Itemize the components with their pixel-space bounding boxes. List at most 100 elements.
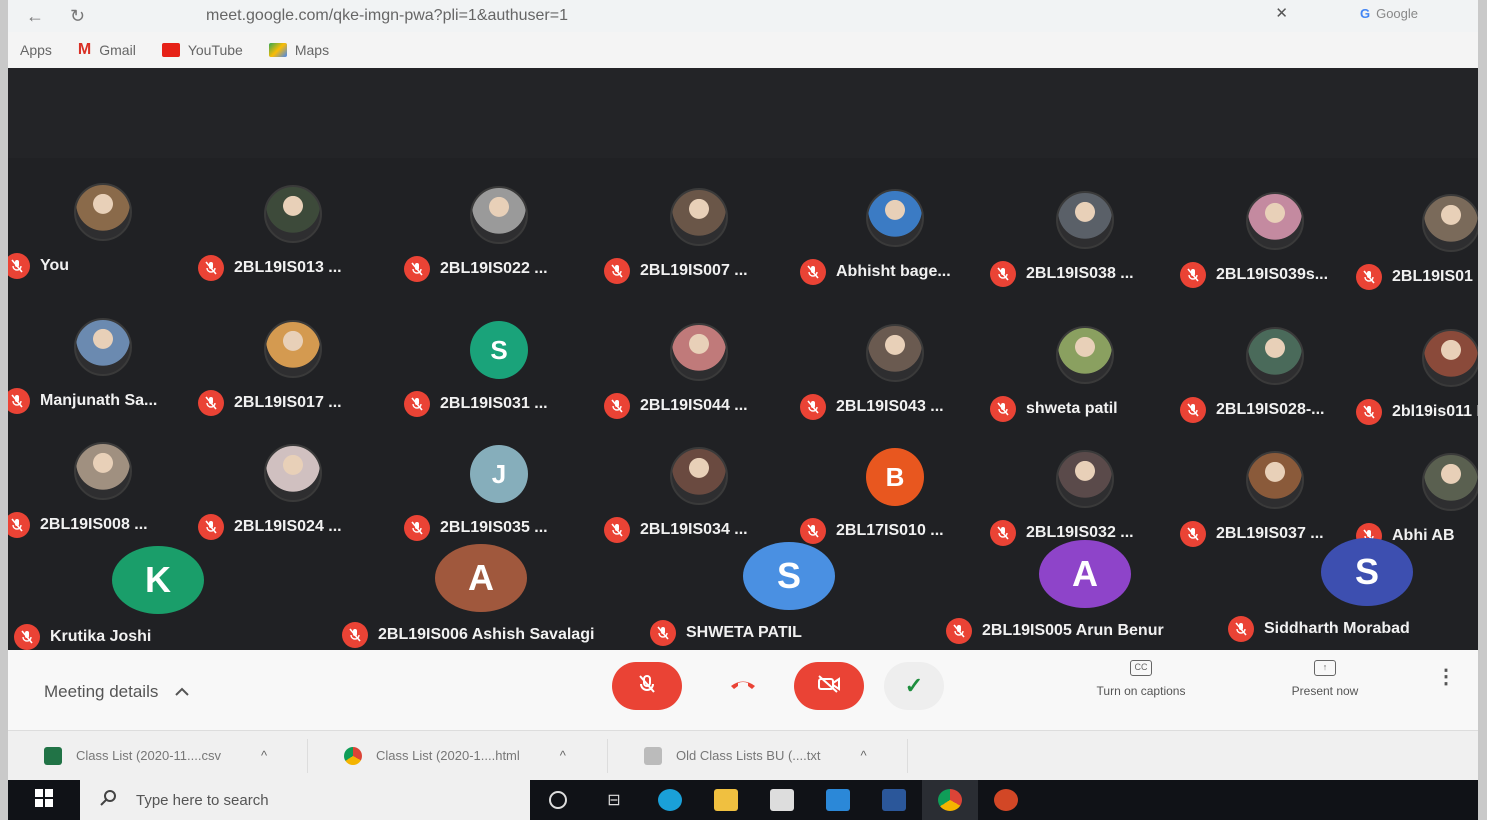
file-explorer-button[interactable] xyxy=(698,780,754,820)
meeting-details-button[interactable]: Meeting details xyxy=(44,682,190,702)
chevron-up-icon[interactable]: ^ xyxy=(860,748,866,763)
participant-name-row: 2BL19IS017 ... xyxy=(198,389,388,416)
participant-tile[interactable]: 2BL19IS043 ... xyxy=(800,324,990,434)
mic-muted-icon xyxy=(8,512,30,538)
participant-name-row: 2BL19IS039s... xyxy=(1180,262,1370,288)
participant-tile[interactable]: 2BL19IS013 ... xyxy=(198,184,388,295)
featured-participant-tile[interactable]: K Krutika Joshi xyxy=(8,546,298,656)
reload-icon[interactable]: ↻ xyxy=(70,6,96,27)
chrome-taskbar-button[interactable] xyxy=(922,780,978,820)
participant-avatar xyxy=(264,319,322,378)
participant-name: 2BL19IS028-... xyxy=(1216,401,1325,418)
powerpoint-button[interactable] xyxy=(978,780,1034,820)
bookmark-gmail[interactable]: M Gmail xyxy=(78,41,136,59)
gmail-icon: M xyxy=(77,41,92,58)
mic-muted-icon xyxy=(1356,398,1382,425)
bookmark-apps[interactable]: Apps xyxy=(20,42,52,58)
participant-avatar xyxy=(264,443,322,502)
google-tab[interactable]: G Google xyxy=(1360,6,1418,21)
download-item[interactable]: Class List (2020-11....csv ^ xyxy=(8,738,308,773)
participant-name-row: You xyxy=(8,253,194,279)
participant-avatar: B xyxy=(866,448,924,506)
participant-tile[interactable]: S 2BL19IS031 ... xyxy=(404,321,594,431)
more-options-icon[interactable]: ⋮ xyxy=(1436,664,1456,689)
participant-name: 2BL19IS006 Ashish Savalagi xyxy=(378,626,595,643)
present-now-button[interactable]: ↑ Present now xyxy=(1270,660,1380,698)
participant-name-row: 2BL19IS028-... xyxy=(1180,397,1370,423)
participant-tile[interactable]: 2BL19IS007 ... xyxy=(604,187,794,298)
participant-tile[interactable]: 2BL19IS039s... xyxy=(1180,192,1370,302)
participant-tile[interactable]: 2BL19IS008 ... xyxy=(8,442,198,552)
mic-muted-icon xyxy=(946,618,972,644)
participant-tile[interactable]: Manjunath Sa... xyxy=(8,318,198,428)
check-button[interactable]: ✓ xyxy=(884,662,944,710)
participant-avatar xyxy=(74,183,132,241)
participant-tile[interactable]: shweta patil xyxy=(990,325,1180,436)
participant-tile[interactable]: 2BL19IS024 ... xyxy=(198,443,388,554)
participant-tile[interactable]: 2BL19IS017 ... xyxy=(198,319,388,430)
bookmark-label: YouTube xyxy=(187,42,243,58)
csv-file-icon xyxy=(44,746,62,765)
participant-name-row: 2BL19IS007 ... xyxy=(604,257,794,284)
camera-toggle-button[interactable] xyxy=(794,662,864,710)
bookmarks-bar: Apps M Gmail YouTube Maps xyxy=(8,32,1478,68)
download-item[interactable]: Old Class Lists BU (....txt ^ xyxy=(608,738,908,773)
task-view-button[interactable]: ⊟ xyxy=(586,780,642,820)
mic-muted-icon xyxy=(1180,262,1206,288)
url-text[interactable]: meet.google.com/qke-imgn-pwa?pli=1&authu… xyxy=(206,7,568,25)
participant-avatar xyxy=(470,186,528,244)
mic-muted-icon xyxy=(1228,616,1254,642)
participant-name: 2BL19IS008 ... xyxy=(40,516,148,533)
participant-avatar xyxy=(1246,192,1304,250)
participant-tile[interactable]: J 2BL19IS035 ... xyxy=(404,445,594,555)
featured-participant-tile[interactable]: S SHWETA PATIL xyxy=(644,542,934,652)
participant-tile[interactable]: 2BL19IS034 ... xyxy=(604,446,794,557)
participant-tile[interactable]: 2bl19is011 I xyxy=(1356,328,1478,439)
cortana-button[interactable] xyxy=(530,780,586,820)
leave-call-button[interactable] xyxy=(708,662,778,710)
turn-on-captions-button[interactable]: CC Turn on captions xyxy=(1076,660,1206,698)
participant-name: 2BL19IS034 ... xyxy=(640,520,748,538)
participant-avatar xyxy=(1056,449,1114,508)
participant-avatar: S xyxy=(470,321,528,379)
grid-top-strip xyxy=(8,68,1478,158)
windows-start-button[interactable] xyxy=(8,788,80,812)
participant-tile[interactable]: 2BL19IS038 ... xyxy=(990,190,1180,301)
participant-tile[interactable]: Abhisht bage... xyxy=(800,189,990,299)
browser-address-bar: ← ↻ meet.google.com/qke-imgn-pwa?pli=1&a… xyxy=(8,0,1478,32)
text-file-icon xyxy=(644,746,662,765)
meeting-controls-bar: Meeting details ✓ CC Turn on captions ↑ … xyxy=(8,650,1478,730)
edge-button[interactable] xyxy=(642,780,698,820)
mail-button[interactable] xyxy=(810,780,866,820)
participant-tile[interactable]: 2BL19IS022 ... xyxy=(404,186,594,296)
powerpoint-icon xyxy=(994,789,1018,811)
participant-avatar xyxy=(866,324,924,382)
mic-muted-icon xyxy=(8,253,30,279)
participant-tile[interactable]: You xyxy=(8,183,198,293)
participant-avatar: A xyxy=(1039,540,1131,608)
word-icon xyxy=(882,789,906,811)
download-item[interactable]: Class List (2020-1....html ^ xyxy=(308,738,608,773)
taskbar-search-box[interactable]: Type here to search xyxy=(80,780,530,820)
participant-name: 2BL19IS022 ... xyxy=(440,260,548,277)
participant-grid: You 2BL19IS013 ... 2BL19IS022 ... 2BL19IS00… xyxy=(8,68,1478,650)
cortana-circle-icon xyxy=(549,791,567,809)
participant-tile[interactable]: 2BL19IS028-... xyxy=(1180,327,1370,437)
microphone-toggle-button[interactable] xyxy=(612,662,682,710)
participant-avatar: J xyxy=(470,445,528,503)
participant-tile[interactable]: 2BL19IS044 ... xyxy=(604,322,794,433)
word-button[interactable] xyxy=(866,780,922,820)
chevron-up-icon[interactable]: ^ xyxy=(261,748,267,763)
bookmark-youtube[interactable]: YouTube xyxy=(161,42,243,58)
close-icon[interactable]: ✕ xyxy=(1275,4,1288,22)
back-icon[interactable]: ← xyxy=(26,6,52,27)
featured-participant-tile[interactable]: A 2BL19IS005 Arun Benur xyxy=(940,540,1230,650)
featured-participant-tile[interactable]: A 2BL19IS006 Ashish Savalagi xyxy=(336,544,626,654)
participant-tile[interactable]: 2BL19IS01 xyxy=(1356,193,1478,304)
bookmark-maps[interactable]: Maps xyxy=(268,42,329,58)
mic-off-icon xyxy=(636,673,658,700)
featured-participant-tile[interactable]: S Siddharth Morabad xyxy=(1222,538,1478,648)
mic-muted-icon xyxy=(604,516,630,543)
store-button[interactable] xyxy=(754,780,810,820)
chevron-up-icon[interactable]: ^ xyxy=(560,748,566,763)
